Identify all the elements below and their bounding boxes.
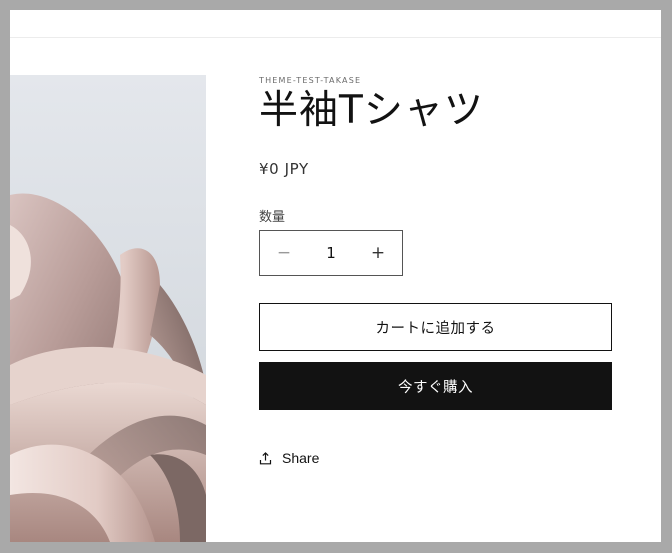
share-icon [259,451,272,464]
quantity-decrease-button[interactable]: − [260,231,308,275]
quantity-stepper: − + [259,230,403,276]
abstract-sculpture-image [10,75,206,542]
quantity-input[interactable] [308,244,354,262]
buy-now-button[interactable]: 今すぐ購入 [259,362,612,410]
add-to-cart-button[interactable]: カートに追加する [259,303,612,351]
quantity-increase-button[interactable]: + [354,231,402,275]
share-label: Share [282,450,320,466]
product-vendor: THEME-TEST-TAKASE [259,76,362,85]
quantity-label: 数量 [259,210,286,225]
product-title: 半袖Tシャツ [259,88,484,133]
site-header [10,10,661,38]
minus-icon: − [276,243,292,263]
browser-viewport: THEME-TEST-TAKASE 半袖Tシャツ ¥0 JPY 数量 − + カ… [10,10,661,542]
share-button[interactable]: Share [259,450,319,466]
plus-icon: + [370,243,386,263]
product-image[interactable] [10,75,206,542]
product-price: ¥0 JPY [259,160,309,178]
